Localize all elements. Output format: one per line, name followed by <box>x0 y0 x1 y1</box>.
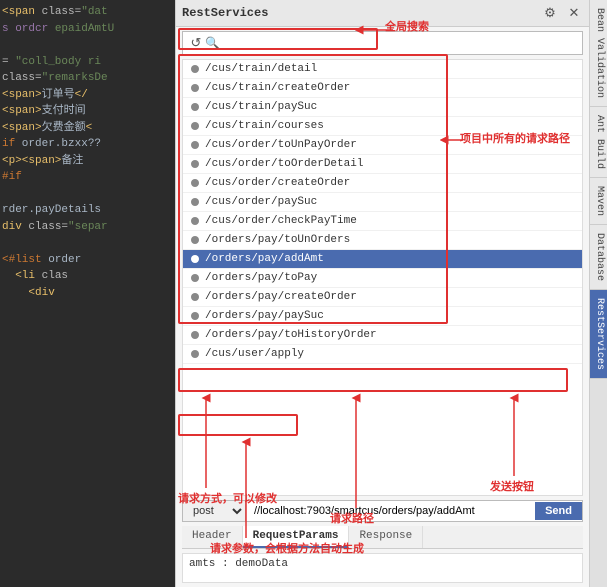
tab-request-params[interactable]: RequestParams <box>243 526 350 548</box>
route-dot <box>191 141 199 149</box>
route-item[interactable]: /cus/order/checkPayTime <box>183 212 582 231</box>
main-container: <span class="dat s ordcr epaidAmtU = "co… <box>0 0 607 587</box>
side-tab-maven[interactable]: Maven <box>590 178 607 225</box>
route-item-selected[interactable]: /orders/pay/addAmt <box>183 250 582 269</box>
route-item[interactable]: /orders/pay/toUnOrders <box>183 231 582 250</box>
route-dot <box>191 122 199 130</box>
route-dot <box>191 103 199 111</box>
code-line: class="remarksDe <box>2 70 173 87</box>
code-line: <span>欠费金额< <box>2 120 173 137</box>
rest-panel: RestServices ⚙ ✕ ↺ 🔍 /cus/train/detail /… <box>175 0 589 587</box>
route-dot <box>191 274 199 282</box>
route-item[interactable]: /cus/order/toOrderDetail <box>183 155 582 174</box>
route-dot <box>191 350 199 358</box>
route-item[interactable]: /cus/user/apply <box>183 345 582 364</box>
params-value: amts : demoData <box>189 558 288 570</box>
code-line: <p><span>备注 <box>2 153 173 170</box>
route-dot <box>191 255 199 263</box>
method-select[interactable]: post get put delete <box>183 501 246 521</box>
send-button[interactable]: Send <box>535 502 582 520</box>
search-input[interactable] <box>224 37 578 49</box>
rest-header: RestServices ⚙ ✕ <box>176 0 589 27</box>
route-item[interactable]: /orders/pay/toHistoryOrder <box>183 326 582 345</box>
code-line: = "coll_body ri <box>2 54 173 71</box>
route-item[interactable]: /cus/order/createOrder <box>183 174 582 193</box>
code-line: <span class="dat <box>2 4 173 21</box>
side-tab-database[interactable]: Database <box>590 225 607 290</box>
route-item[interactable]: /orders/pay/toPay <box>183 269 582 288</box>
code-line: <span>订单号</ <box>2 87 173 104</box>
side-tab-ant-build[interactable]: Ant Build <box>590 107 607 178</box>
route-item[interactable]: /cus/order/toUnPayOrder <box>183 136 582 155</box>
route-dot <box>191 65 199 73</box>
refresh-button[interactable]: ↺ <box>187 34 205 52</box>
route-dot <box>191 198 199 206</box>
params-area: amts : demoData <box>182 553 583 583</box>
route-dot <box>191 160 199 168</box>
route-dot <box>191 84 199 92</box>
route-dot <box>191 293 199 301</box>
code-line: #if <box>2 169 173 186</box>
request-bar: post get put delete Send <box>182 500 583 522</box>
search-icon: 🔍 <box>205 36 220 51</box>
code-panel: <span class="dat s ordcr epaidAmtU = "co… <box>0 0 175 587</box>
route-item[interactable]: /orders/pay/paySuc <box>183 307 582 326</box>
route-item[interactable]: /cus/train/courses <box>183 117 582 136</box>
code-line <box>2 37 173 54</box>
routes-list: /cus/train/detail /cus/train/createOrder… <box>182 59 583 496</box>
side-tabs: Bean Validation Ant Build Maven Database… <box>589 0 607 587</box>
close-button[interactable]: ✕ <box>565 4 583 22</box>
route-dot <box>191 331 199 339</box>
code-line: <#list order <box>2 252 173 269</box>
code-line <box>2 235 173 252</box>
code-line: if order.bzxx?? <box>2 136 173 153</box>
route-dot <box>191 312 199 320</box>
header-icons: ⚙ ✕ <box>541 4 583 22</box>
route-item[interactable]: /cus/train/paySuc <box>183 98 582 117</box>
tab-response[interactable]: Response <box>349 526 423 548</box>
code-line: <div <box>2 285 173 302</box>
code-line: rder.payDetails <box>2 202 173 219</box>
route-item[interactable]: /orders/pay/createOrder <box>183 288 582 307</box>
gear-button[interactable]: ⚙ <box>541 4 559 22</box>
code-line <box>2 186 173 203</box>
url-input[interactable] <box>250 502 531 520</box>
code-line: div class="separ <box>2 219 173 236</box>
search-bar: ↺ 🔍 <box>182 31 583 55</box>
side-tab-rest-services[interactable]: RestServices <box>590 290 607 379</box>
tabs-bar: Header RequestParams Response <box>182 526 583 549</box>
code-line: <span>支付时间 <box>2 103 173 120</box>
panel-title: RestServices <box>182 6 268 20</box>
route-item[interactable]: /cus/train/createOrder <box>183 79 582 98</box>
side-tab-bean-validation[interactable]: Bean Validation <box>590 0 607 107</box>
tab-header[interactable]: Header <box>182 526 243 548</box>
code-line: <li clas <box>2 268 173 285</box>
route-item[interactable]: /cus/order/paySuc <box>183 193 582 212</box>
route-item[interactable]: /cus/train/detail <box>183 60 582 79</box>
code-line: s ordcr epaidAmtU <box>2 21 173 38</box>
route-dot <box>191 236 199 244</box>
route-dot <box>191 217 199 225</box>
route-dot <box>191 179 199 187</box>
